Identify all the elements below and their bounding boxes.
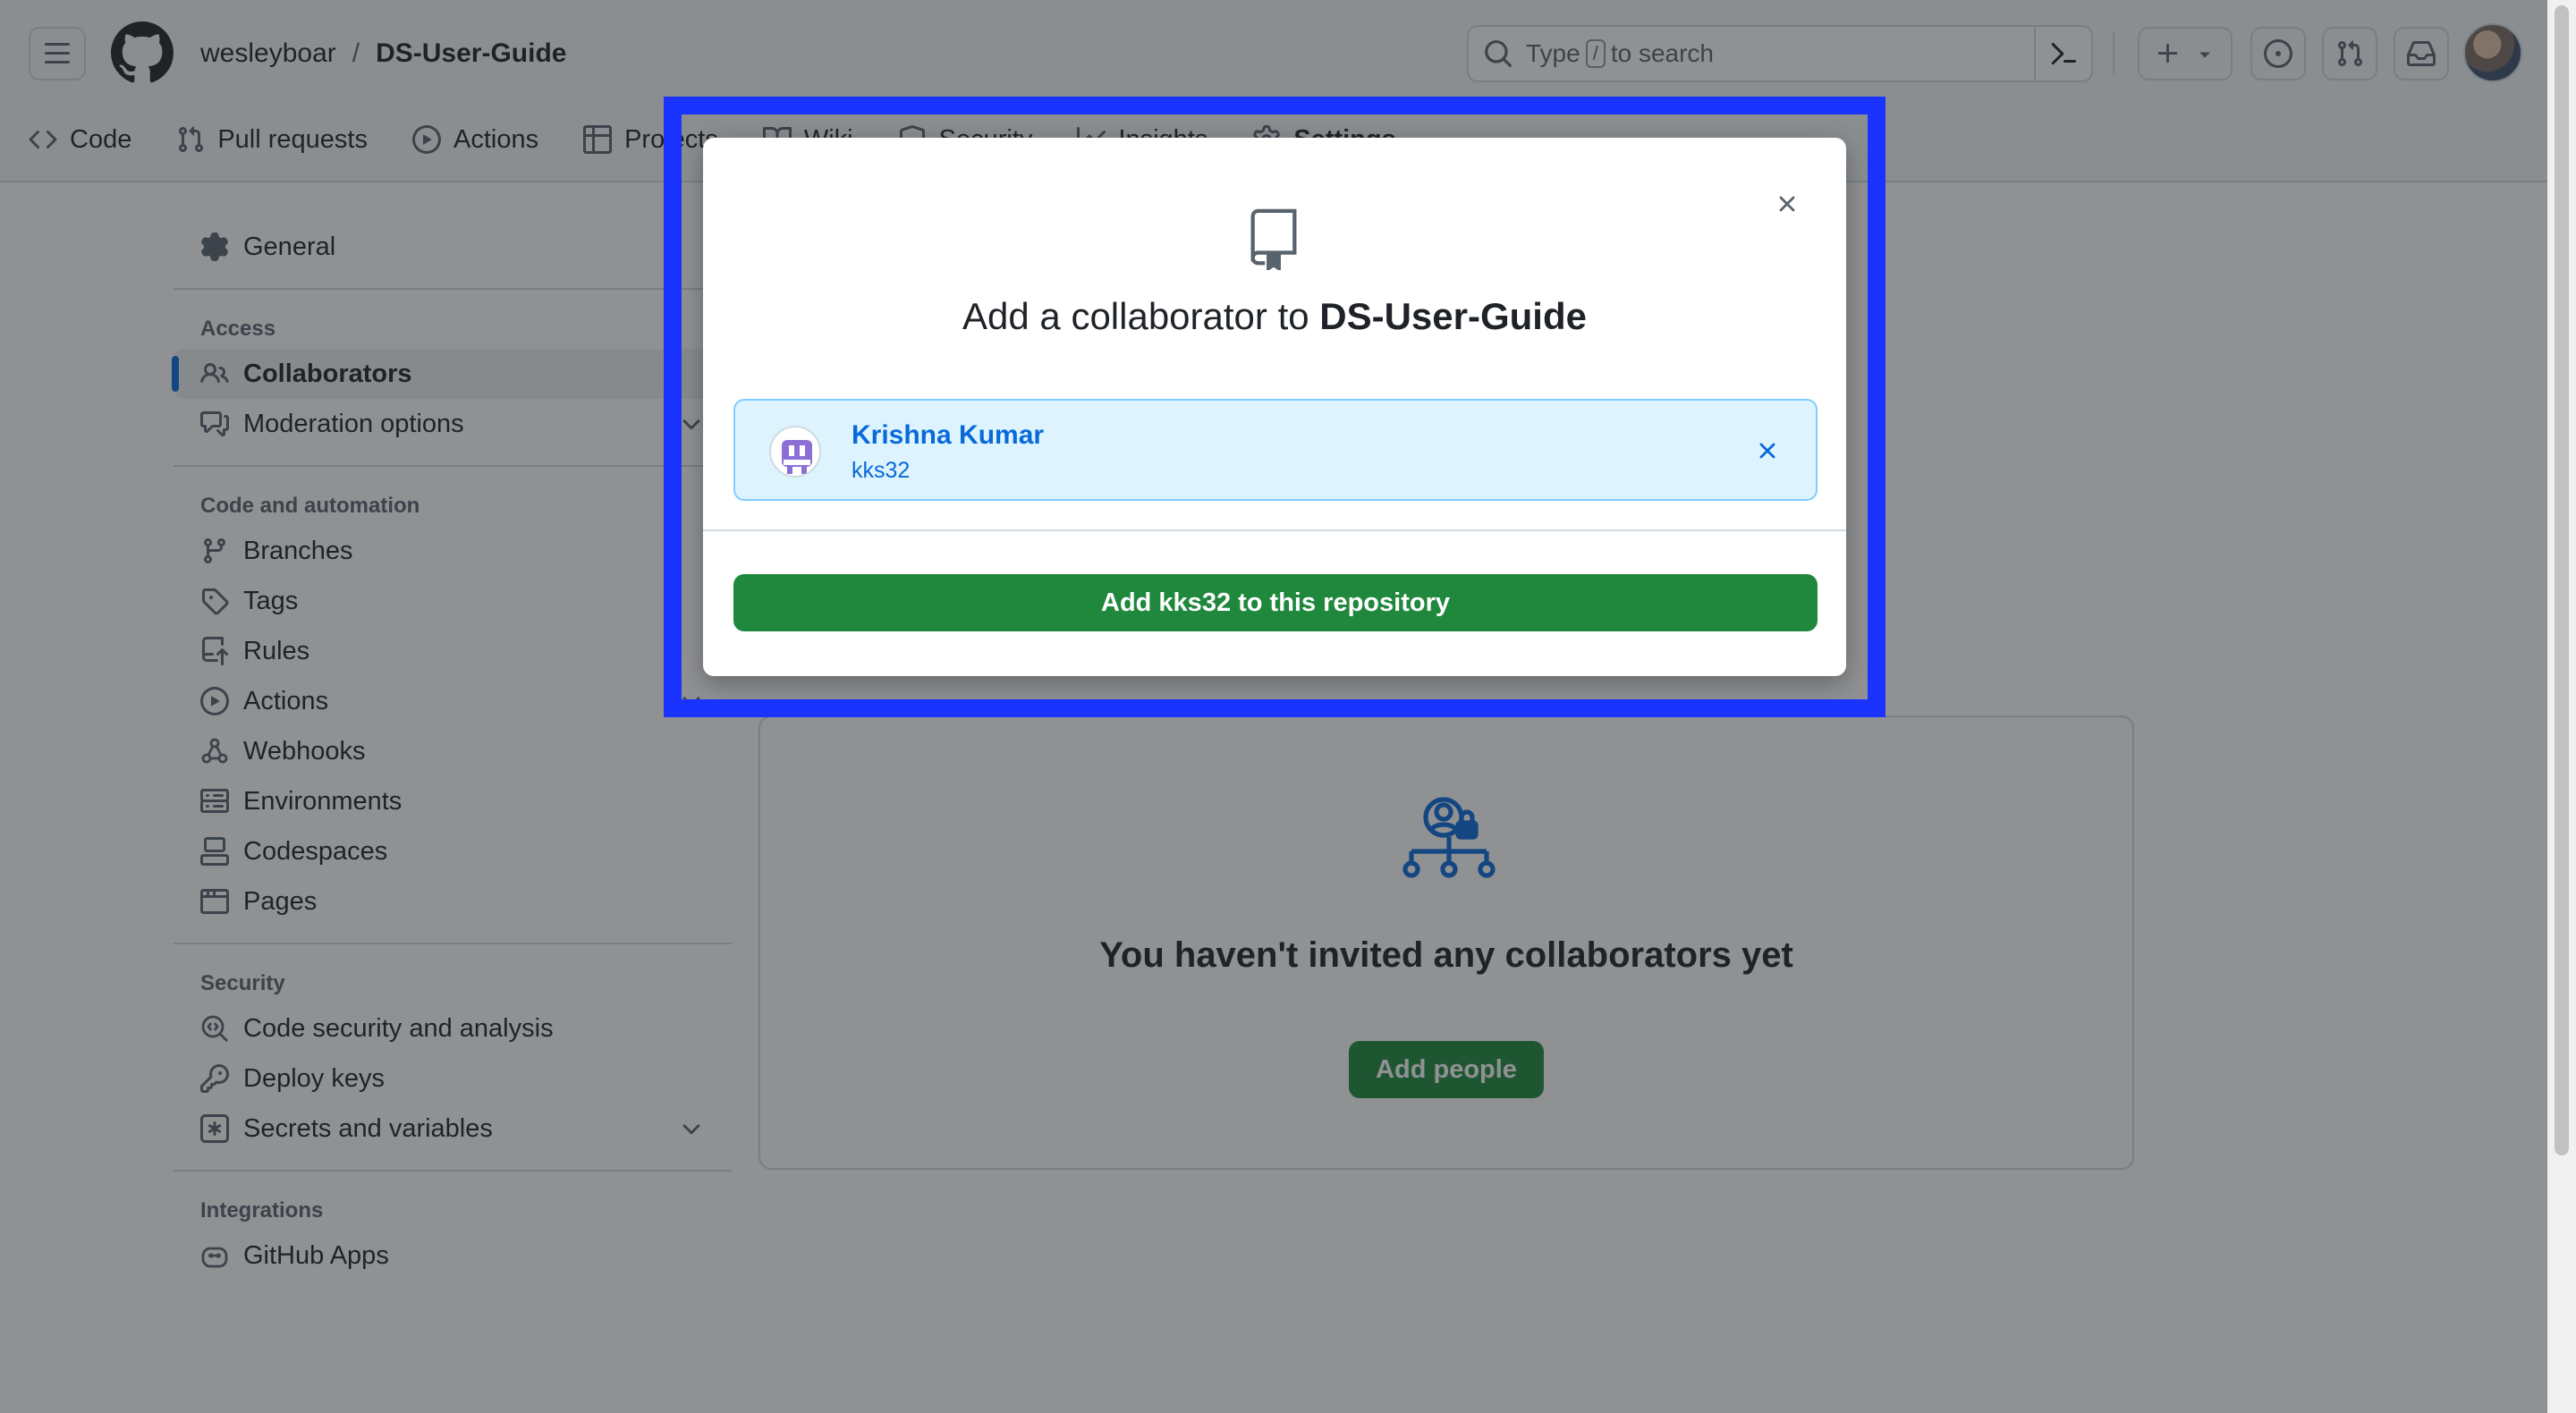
add-collaborator-dialog: Add a collaborator to DS-User-Guide Kris… [703, 138, 1846, 676]
dialog-title: Add a collaborator to DS-User-Guide [703, 295, 1846, 338]
close-icon [1759, 443, 1775, 459]
dialog-divider [703, 529, 1846, 531]
collaborator-name[interactable]: Krishna Kumar [852, 420, 1044, 451]
add-to-repository-button[interactable]: Add kks32 to this repository [733, 574, 1818, 631]
collaborator-login: kks32 [852, 458, 911, 483]
scrollbar-thumb[interactable] [2555, 5, 2569, 1155]
close-icon [1779, 196, 1795, 212]
remove-selected-user-button[interactable] [1751, 435, 1784, 467]
selected-user-card: Krishna Kumar kks32 [733, 399, 1818, 501]
dialog-title-prefix: Add a collaborator to [962, 295, 1309, 337]
collaborator-avatar [769, 426, 821, 478]
dialog-close-button[interactable] [1771, 188, 1803, 220]
dialog-title-repo: DS-User-Guide [1319, 295, 1587, 337]
repo-icon [1250, 208, 1297, 270]
